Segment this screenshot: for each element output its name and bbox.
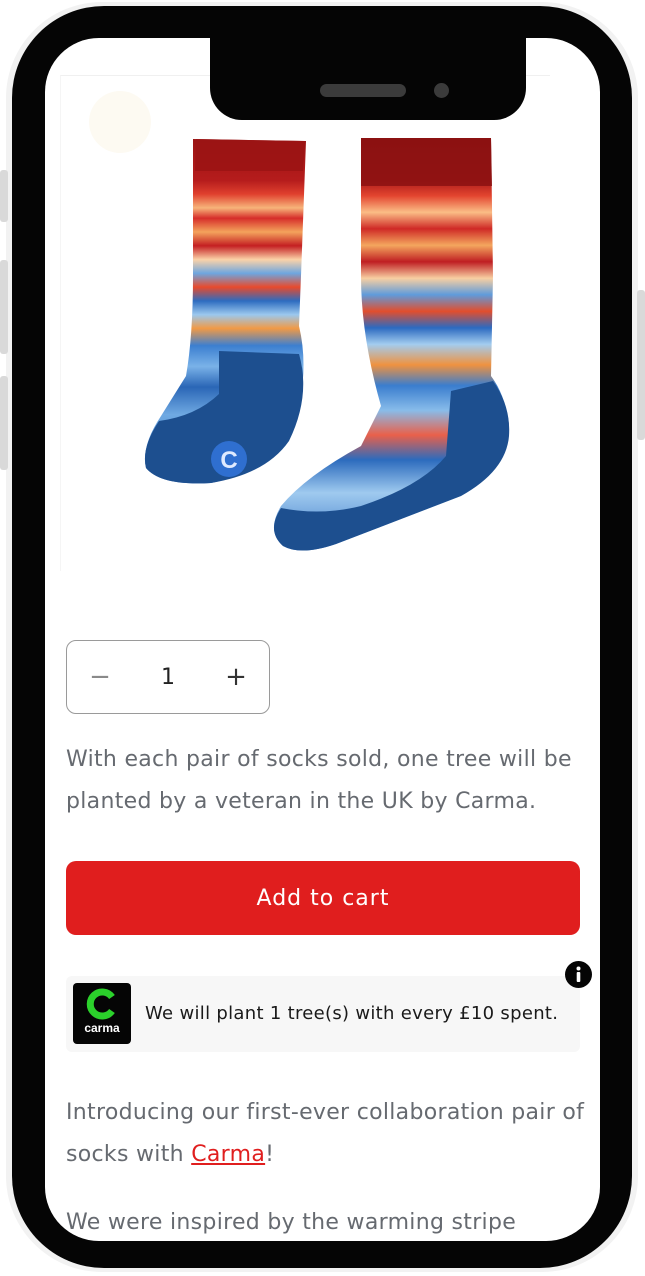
product-image[interactable]: C [60, 75, 550, 571]
description-intro: Introducing our first-ever collaboration… [66, 1092, 586, 1176]
carma-c-icon [86, 988, 115, 1020]
volume-up-button [0, 260, 8, 354]
carma-message: We will plant 1 tree(s) with every £10 s… [145, 1003, 559, 1024]
add-to-cart-button[interactable]: Add to cart [66, 861, 580, 935]
description-second-paragraph: We were inspired by the warming stripe [66, 1210, 517, 1235]
volume-down-button [0, 376, 8, 470]
description-intro-text: Introducing our first-ever collaboration… [66, 1100, 585, 1167]
tree-planting-note: With each pair of socks sold, one tree w… [66, 747, 572, 814]
quantity-value[interactable]: 1 [133, 665, 203, 690]
sock-logo: C [220, 447, 237, 474]
carma-logo: carma [73, 983, 131, 1044]
quantity-increase-button[interactable]: + [203, 641, 269, 713]
phone-notch [210, 38, 526, 120]
speaker-grille [320, 84, 406, 97]
phone-screen: C − 1 + With each pair of socks sold, on… [45, 38, 600, 1241]
power-button [637, 290, 645, 440]
carma-logo-text: carma [84, 1021, 120, 1035]
carma-widget: carma We will plant 1 tree(s) with every… [66, 976, 580, 1052]
info-icon[interactable] [565, 961, 592, 988]
description-intro-end: ! [265, 1142, 275, 1167]
quantity-decrease-button[interactable]: − [67, 641, 133, 713]
carma-link[interactable]: Carma [191, 1142, 265, 1167]
socks-illustration: C [144, 138, 510, 551]
front-camera [434, 83, 449, 98]
silent-switch [0, 170, 8, 222]
quantity-selector: − 1 + [66, 640, 270, 714]
